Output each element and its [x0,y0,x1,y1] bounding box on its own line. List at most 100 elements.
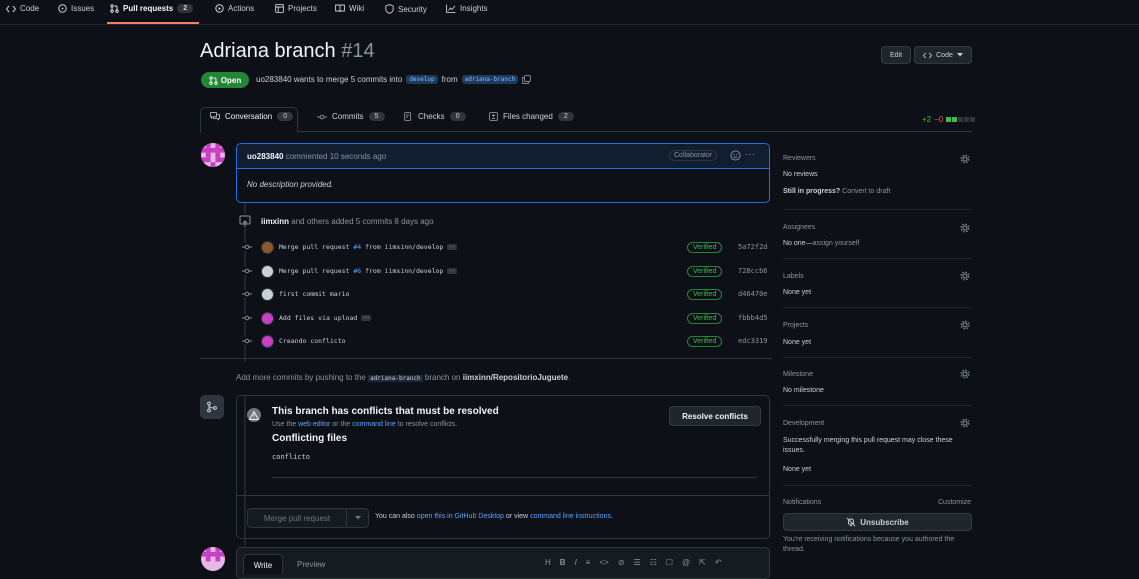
github-desktop-link[interactable]: open this in GitHub Desktop [417,513,504,520]
notifications-note: You're receiving notifications because y… [783,536,955,553]
git-commit-icon [242,243,252,251]
commit-row: Add files via upload ··· Verified fbbb4d5 [242,311,770,325]
commit-sha[interactable]: 5a72f2d [738,243,768,251]
command-line-instructions-link[interactable]: command line instructions [530,513,611,520]
web-editor-link[interactable]: web editor [298,421,330,428]
commit-author-avatar[interactable] [261,334,274,348]
tab-security[interactable]: Security [385,4,427,14]
tab-actions[interactable]: Actions [215,4,254,13]
comment-box: uo283840 commented 10 seconds ago Collab… [236,143,770,203]
verified-badge[interactable]: Verified [687,312,723,324]
avatar[interactable] [201,143,225,167]
commit-message[interactable]: Creando conflicto [279,337,346,345]
commits-author[interactable]: iimxinn [261,217,289,226]
commit-message-text: first commit mario [279,290,350,298]
tab-conversation[interactable]: Conversation 0 [210,112,294,121]
resolve-conflicts-button[interactable]: Resolve conflicts [669,406,761,426]
head-branch[interactable]: adriana-branch [461,75,519,84]
tab-wiki[interactable]: Wiki [335,4,364,13]
sidebar-divider [783,485,972,486]
commit-message[interactable]: Merge pull request #6 from iimxinn/devel… [279,267,443,275]
commit-ref-link[interactable]: #4 [353,243,361,251]
pull-request-icon [209,75,218,85]
tab-files-changed-label: Files changed [503,112,553,121]
expand-message-button[interactable]: ··· [361,315,372,321]
commit-sha[interactable]: edc3319 [738,337,768,345]
unsubscribe-button[interactable]: Unsubscribe [783,513,972,531]
tab-code[interactable]: Code [6,4,39,13]
tab-checks-count: 0 [449,112,466,121]
tab-projects[interactable]: Projects [275,4,317,13]
commit-message[interactable]: Add files via upload [279,314,357,322]
merge-button[interactable]: Merge pull request [247,508,369,528]
assignees-title[interactable]: Assignees [783,224,815,231]
tab-insights[interactable]: Insights [446,4,488,13]
tab-pull-requests[interactable]: Pull requests 2 [110,4,194,13]
diffstat-added: +2 [922,115,932,124]
commit-sha[interactable]: 728ccb6 [738,267,768,275]
command-line-link[interactable]: command line [352,421,396,428]
commit-author-avatar[interactable] [261,264,274,278]
commit-author-avatar[interactable] [261,311,274,325]
verified-badge[interactable]: Verified [687,335,723,347]
tab-issues[interactable]: Issues [58,4,94,13]
commit-sha[interactable]: d46470e [738,290,768,298]
smiley-icon[interactable] [730,150,741,161]
gear-icon[interactable] [960,271,970,281]
edit-button[interactable]: Edit [881,46,911,64]
tabs-divider [200,131,972,132]
assignees-none: No one— [783,240,813,247]
code-icon [923,52,933,59]
gear-icon[interactable] [960,223,970,233]
tab-files-changed[interactable]: Files changed 2 [489,112,574,121]
gear-icon[interactable] [960,418,970,428]
shield-icon [385,4,394,14]
preview-tab[interactable]: Preview [297,560,325,569]
commit-message[interactable]: Merge pull request #4 from iimxinn/devel… [279,243,443,251]
commit-message-text: Merge pull request [279,267,354,275]
kebab-horizontal-icon[interactable]: ··· [745,149,755,160]
tab-checks[interactable]: Checks 0 [404,112,466,121]
more-commits-repo[interactable]: iimxinn/RepositorioJuguete [463,373,568,382]
commit-ref-link[interactable]: #6 [353,267,361,275]
reviewers-title[interactable]: Reviewers [783,155,816,162]
copy-icon[interactable] [522,75,532,84]
timeline-divider [200,358,772,359]
commit-row: Creando conflicto Verified edc3319 [242,334,770,348]
assign-yourself-link[interactable]: assign yourself [813,240,860,247]
gear-icon[interactable] [960,369,970,379]
caret-down-icon[interactable] [347,516,368,520]
labels-title[interactable]: Labels [783,273,804,280]
sidebar-divider [783,405,972,406]
milestone-title[interactable]: Milestone [783,371,813,378]
gear-icon[interactable] [960,154,970,164]
gear-icon[interactable] [960,320,970,330]
write-tab[interactable]: Write [243,554,283,574]
commit-row: Merge pull request #4 from iimxinn/devel… [242,240,770,254]
verified-badge[interactable]: Verified [687,288,723,300]
commit-sha[interactable]: fbbb4d5 [738,314,768,322]
verified-badge[interactable]: Verified [687,265,723,277]
conflicting-files-title: Conflicting files [272,433,347,444]
convert-to-draft-link[interactable]: Convert to draft [842,188,890,195]
commit-author-avatar[interactable] [261,287,274,301]
development-title[interactable]: Development [783,420,824,427]
merge-note: You can also open this in GitHub Desktop… [375,513,613,520]
tab-commits[interactable]: Commits 5 [317,112,385,121]
verified-badge[interactable]: Verified [687,241,723,253]
customize-link[interactable]: Customize [938,499,971,506]
expand-message-button[interactable]: ··· [447,268,458,274]
comment-author[interactable]: uo283840 [247,152,283,161]
commits-summary-text: and others added 5 commits 8 days ago [291,217,434,226]
commit-message[interactable]: first commit mario [279,290,349,298]
projects-title[interactable]: Projects [783,322,808,329]
pr-title: Adriana branch [200,40,336,62]
tab-conversation-label: Conversation [225,112,273,121]
expand-message-button[interactable]: ··· [447,244,458,250]
code-button[interactable]: Code [914,46,972,64]
base-branch[interactable]: develop [406,75,438,84]
commit-author-avatar[interactable] [261,240,274,254]
merge-button-label: Merge pull request [263,513,331,523]
pull-request-icon [110,4,119,13]
alert-icon [247,408,261,422]
